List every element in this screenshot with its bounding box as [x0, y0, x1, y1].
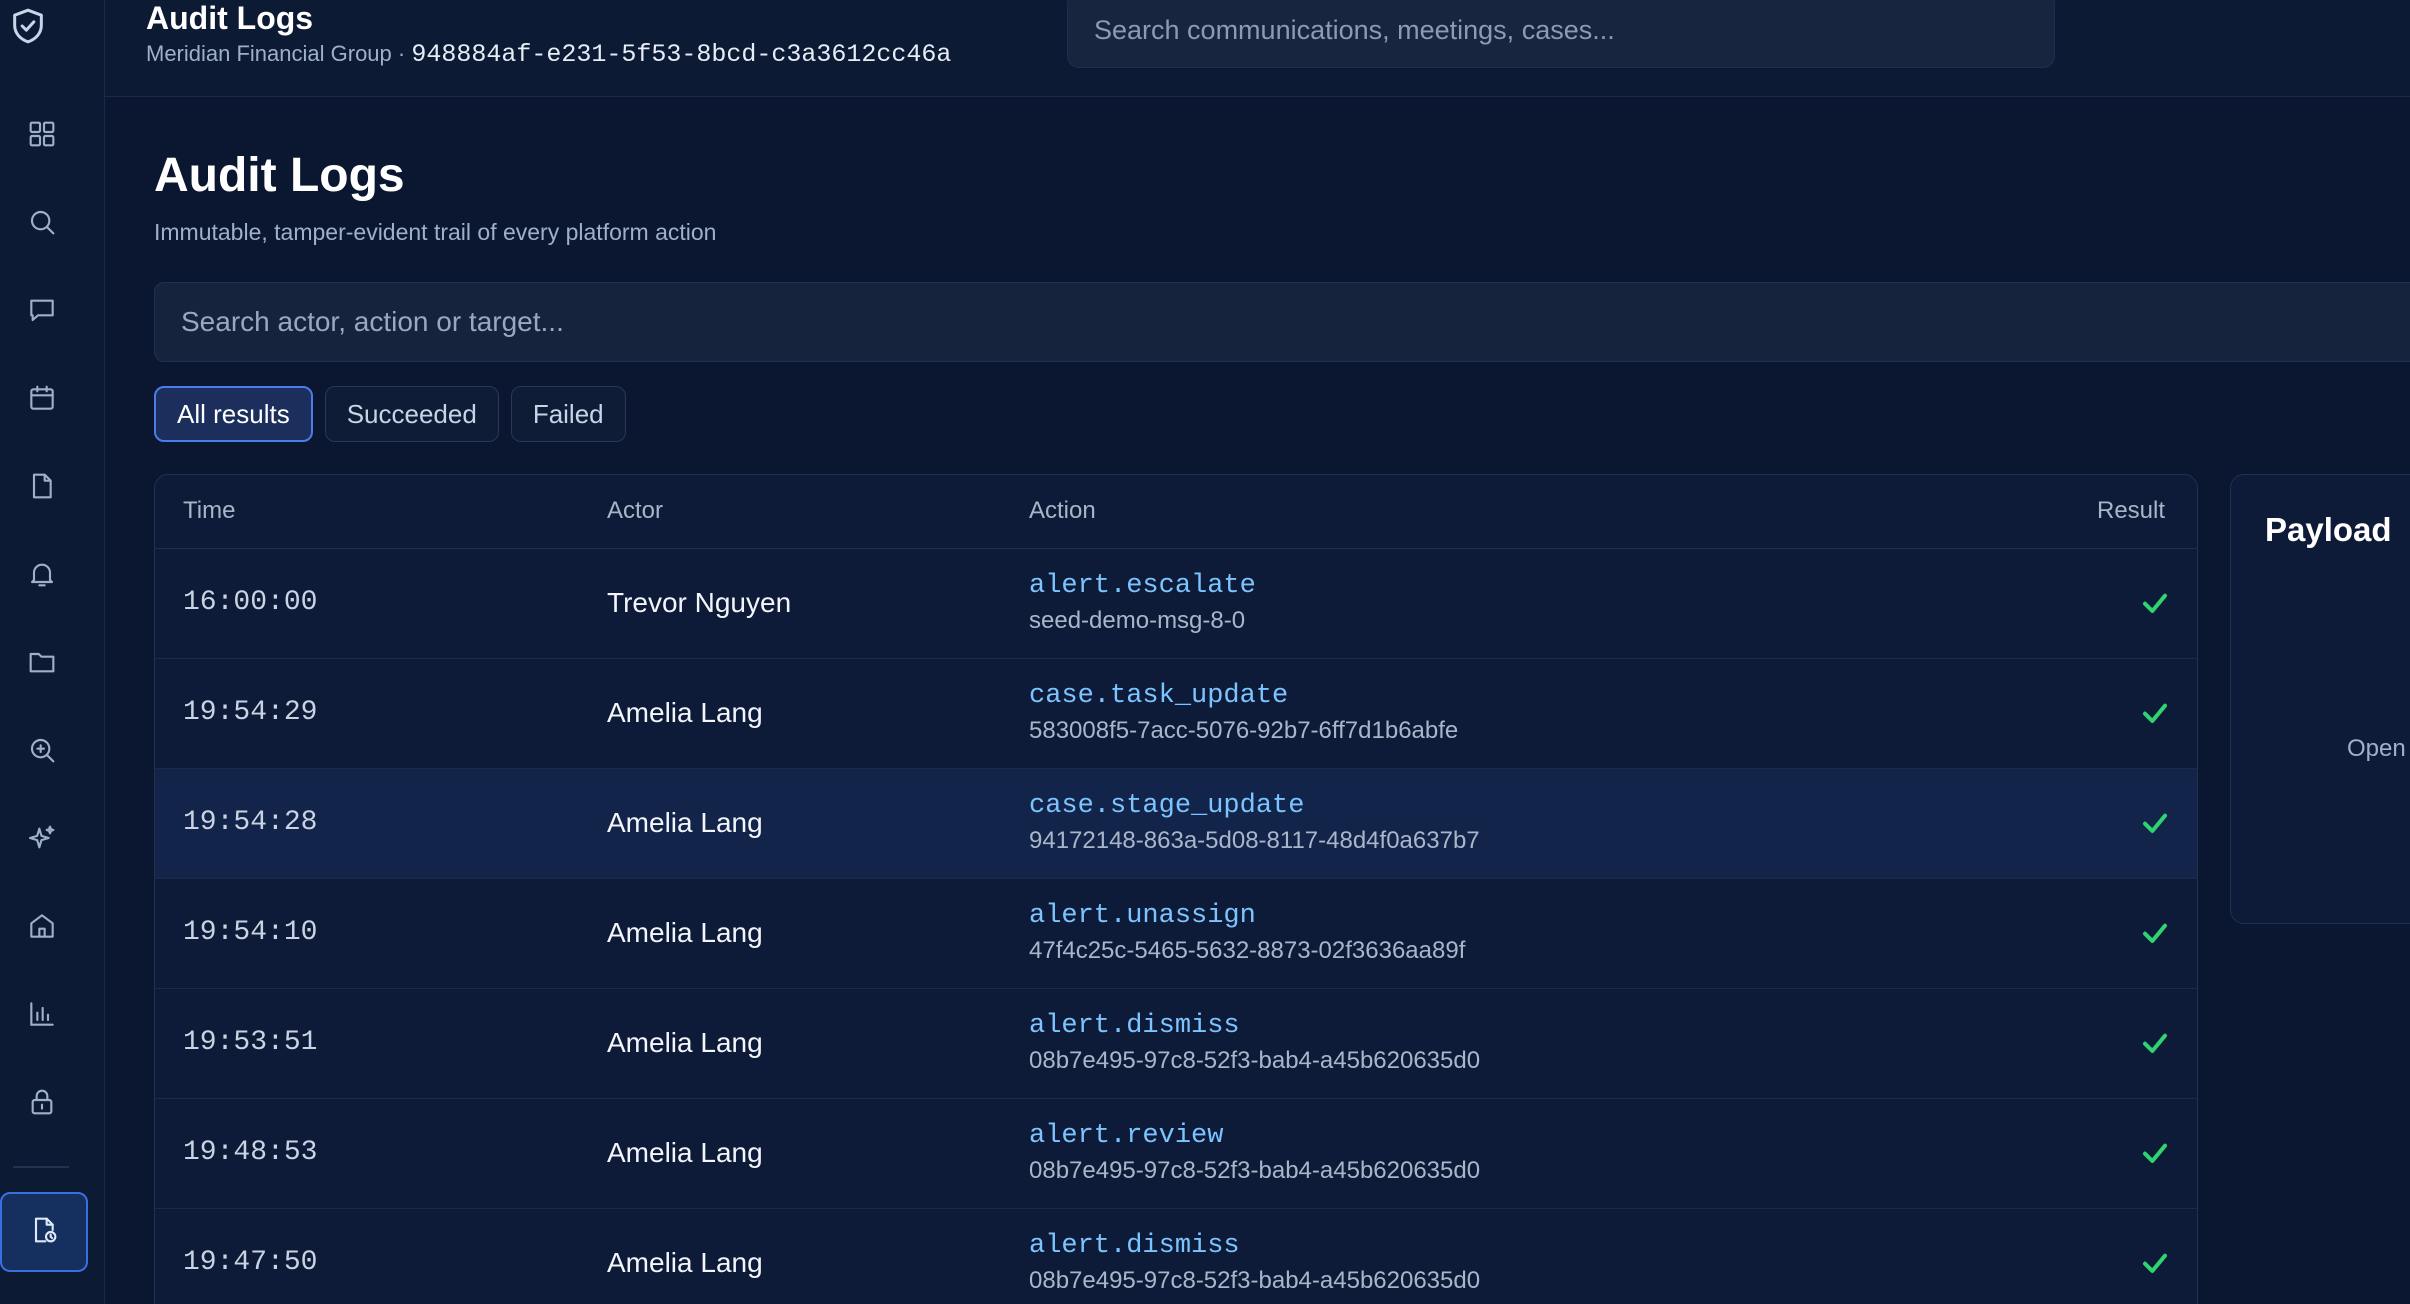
column-actor[interactable]: Actor: [607, 497, 663, 525]
home-icon[interactable]: [22, 906, 62, 946]
check-icon: [2139, 917, 2171, 949]
result-filters: All results Succeeded Failed: [154, 386, 626, 442]
column-result[interactable]: Result: [2097, 497, 2165, 525]
row-target: 583008f5-7acc-5076-92b7-6ff7d1b6abfe: [1029, 717, 1459, 744]
dashboard-grid-icon[interactable]: [22, 114, 62, 154]
table-row[interactable]: 19:54:28 Amelia Lang case.stage_update 9…: [155, 769, 2197, 879]
filter-all-results[interactable]: All results: [154, 386, 313, 442]
global-search-input[interactable]: Search communications, meetings, cases..…: [1067, 0, 2055, 68]
table-row[interactable]: 19:53:51 Amelia Lang alert.dismiss 08b7e…: [155, 989, 2197, 1099]
filter-succeeded[interactable]: Succeeded: [324, 386, 499, 442]
row-time: 19:53:51: [183, 1027, 318, 1058]
payload-panel: Payload Open: [2230, 474, 2410, 924]
row-time: 19:54:29: [183, 697, 318, 728]
row-actor: Amelia Lang: [607, 917, 763, 948]
row-target: 47f4c25c-5465-5632-8873-02f3636aa89f: [1029, 937, 1466, 964]
sidebar: [0, 0, 105, 1304]
row-actor: Trevor Nguyen: [607, 587, 792, 618]
document-icon[interactable]: [22, 466, 62, 506]
table-row[interactable]: 19:47:50 Amelia Lang alert.dismiss 08b7e…: [155, 1209, 2197, 1304]
shield-check-icon[interactable]: [8, 4, 48, 52]
row-actor: Amelia Lang: [607, 807, 763, 838]
app-root: Audit Logs Meridian Financial Group · 94…: [0, 0, 2410, 1304]
filter-failed[interactable]: Failed: [510, 386, 626, 442]
chat-bubble-icon[interactable]: [22, 290, 62, 330]
zoom-in-icon[interactable]: [22, 730, 62, 770]
row-target: 94172148-863a-5d08-8117-48d4f0a637b7: [1029, 827, 1480, 854]
row-action: case.stage_update: [1029, 791, 1305, 821]
row-time: 19:54:28: [183, 807, 318, 838]
row-action: alert.unassign: [1029, 901, 1256, 931]
row-target: 08b7e495-97c8-52f3-bab4-a45b620635d0: [1029, 1047, 1481, 1074]
bell-icon[interactable]: [22, 554, 62, 594]
calendar-icon[interactable]: [22, 378, 62, 418]
row-time: 16:00:00: [183, 587, 318, 618]
sidebar-divider: [13, 1166, 69, 1168]
folder-icon[interactable]: [22, 642, 62, 682]
check-icon: [2139, 587, 2171, 619]
row-target: 08b7e495-97c8-52f3-bab4-a45b620635d0: [1029, 1157, 1481, 1184]
check-icon: [2139, 1027, 2171, 1059]
table-row[interactable]: 19:48:53 Amelia Lang alert.review 08b7e4…: [155, 1099, 2197, 1209]
org-info: Meridian Financial Group · 948884af-e231…: [146, 40, 951, 69]
audit-search-input[interactable]: Search actor, action or target...: [154, 282, 2410, 362]
column-time[interactable]: Time: [183, 497, 235, 525]
check-icon: [2139, 697, 2171, 729]
check-icon: [2139, 1137, 2171, 1169]
check-icon: [2139, 807, 2171, 839]
row-time: 19:54:10: [183, 917, 318, 948]
row-time: 19:47:50: [183, 1247, 318, 1278]
page-title: Audit Logs: [154, 149, 405, 202]
table-row[interactable]: 19:54:29 Amelia Lang case.task_update 58…: [155, 659, 2197, 769]
org-separator: ·: [391, 41, 412, 66]
table-row[interactable]: 16:00:00 Trevor Nguyen alert.escalate se…: [155, 549, 2197, 659]
check-icon: [2139, 1247, 2171, 1279]
row-action: case.task_update: [1029, 681, 1289, 711]
sidebar-item-audit-logs[interactable]: [0, 1192, 88, 1272]
table-header: Time Actor Action Result: [155, 475, 2197, 549]
row-action: alert.dismiss: [1029, 1011, 1240, 1041]
payload-title: Payload: [2265, 511, 2392, 548]
row-action: alert.escalate: [1029, 571, 1256, 601]
top-bar: Audit Logs Meridian Financial Group · 94…: [105, 0, 2410, 97]
row-time: 19:48:53: [183, 1137, 318, 1168]
audit-table: Time Actor Action Result 16:00:00 Trevor…: [154, 474, 2198, 1304]
column-action[interactable]: Action: [1029, 497, 1096, 525]
audit-document-icon: [28, 1214, 60, 1251]
row-target: 08b7e495-97c8-52f3-bab4-a45b620635d0: [1029, 1267, 1481, 1294]
search-icon[interactable]: [22, 202, 62, 242]
org-id: 948884af-e231-5f53-8bcd-c3a3612cc46a: [411, 40, 952, 69]
row-actor: Amelia Lang: [607, 1027, 763, 1058]
row-actor: Amelia Lang: [607, 1247, 763, 1278]
row-action: alert.dismiss: [1029, 1231, 1240, 1261]
row-target: seed-demo-msg-8-0: [1029, 607, 1246, 634]
row-actor: Amelia Lang: [607, 697, 763, 728]
header-title: Audit Logs: [146, 0, 314, 36]
lock-icon[interactable]: [22, 1082, 62, 1122]
payload-hint: Open: [2347, 735, 2406, 762]
page-subtitle: Immutable, tamper-evident trail of every…: [154, 219, 717, 245]
sparkles-icon[interactable]: [22, 818, 62, 858]
row-actor: Amelia Lang: [607, 1137, 763, 1168]
bar-chart-icon[interactable]: [22, 994, 62, 1034]
row-action: alert.review: [1029, 1121, 1224, 1151]
table-row[interactable]: 19:54:10 Amelia Lang alert.unassign 47f4…: [155, 879, 2197, 989]
org-name: Meridian Financial Group: [146, 41, 392, 66]
